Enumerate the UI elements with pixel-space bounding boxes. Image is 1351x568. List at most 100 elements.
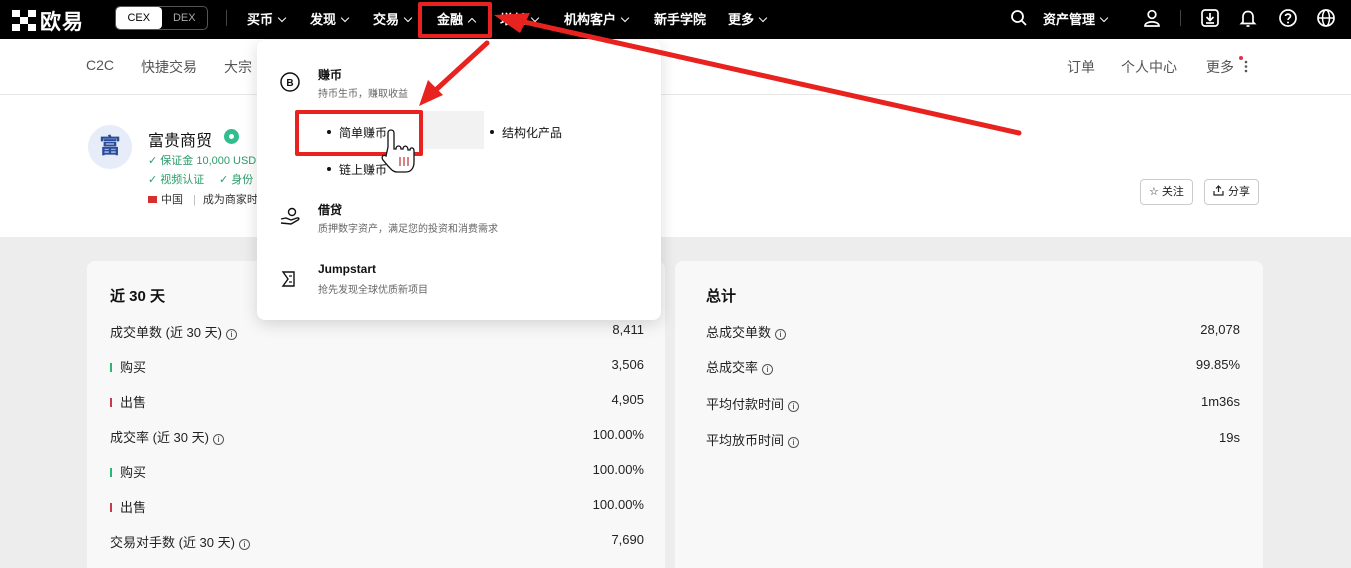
china-flag-icon — [148, 196, 157, 203]
stat-label: 交易对手数 (近 30 天) i — [110, 532, 250, 551]
finance-dropdown-menu: B 赚币 持币生币，赚取收益 简单赚币 结构化产品 链上赚币 借贷 质押数字资产… — [257, 40, 661, 320]
share-button[interactable]: 分享 — [1204, 179, 1259, 205]
highlight-box-simple-earn — [295, 110, 423, 156]
cex-dex-toggle[interactable]: CEX DEX — [115, 6, 208, 30]
share-icon — [1213, 185, 1224, 196]
merchant-location: 中国 | 成为商家时 — [148, 191, 258, 207]
loan-hand-icon — [280, 207, 300, 225]
stat-value: 3,506 — [611, 357, 644, 372]
avatar: 富 — [88, 125, 132, 169]
help-icon[interactable] — [1278, 8, 1298, 28]
nav-trade[interactable]: 交易 — [373, 9, 413, 28]
stat-value: 1m36s — [1200, 394, 1240, 409]
jumpstart-icon — [281, 271, 295, 287]
stat-label: 出售 — [110, 392, 146, 411]
verified-badge-icon — [224, 129, 239, 144]
nav-discover[interactable]: 发现 — [310, 9, 350, 28]
stat-label: 购买 — [110, 357, 146, 376]
stats-total-title: 总计 — [706, 288, 737, 305]
stat-value: 7,690 — [611, 532, 644, 547]
sell-marker — [110, 398, 112, 407]
download-icon[interactable] — [1200, 8, 1220, 28]
earn-coin-icon: B — [280, 72, 300, 92]
stats-card-total: 总计 总成交单数 i 28,078 总成交率 i 99.85% 平均付款时间 i 1m… — [675, 261, 1263, 568]
info-icon[interactable]: i — [212, 434, 224, 445]
more-vertical-icon[interactable] — [1244, 60, 1248, 73]
menu-hover-area — [422, 111, 484, 149]
subnav-more[interactable]: 更多 — [1206, 57, 1234, 77]
stat-value: 8,411 — [612, 322, 644, 337]
notification-dot — [1239, 56, 1243, 60]
dex-tab[interactable]: DEX — [162, 7, 208, 29]
subnav-quick-trade[interactable]: 快捷交易 — [141, 57, 197, 77]
merchant-since-label: 成为商家时 — [202, 194, 258, 206]
globe-icon[interactable] — [1316, 8, 1336, 28]
menu-earn-title[interactable]: 赚币 — [318, 66, 342, 83]
stat-label: 平均放币时间 i — [706, 430, 800, 449]
nav-growth[interactable]: 增长 — [500, 9, 540, 28]
nav-academy[interactable]: 新手学院 — [654, 9, 706, 28]
info-icon[interactable]: i — [775, 329, 787, 340]
menu-onchain-earn[interactable]: 链上赚币 — [327, 161, 387, 178]
info-icon[interactable]: i — [762, 364, 774, 375]
menu-earn-desc: 持币生币，赚取收益 — [318, 89, 408, 100]
info-icon[interactable]: i — [788, 401, 800, 412]
stat-label: 购买 — [110, 462, 146, 481]
stat-label: 总成交单数 i — [706, 322, 787, 341]
deposit-label: ✓ 保证金 10,000 USD — [148, 155, 257, 167]
stat-value: 28,078 — [1200, 322, 1240, 337]
menu-structured-products[interactable]: 结构化产品 — [490, 124, 562, 141]
merchant-name: 富贵商贸 — [148, 133, 213, 150]
stat-label: 成交率 (近 30 天) i — [110, 427, 224, 446]
sell-marker — [110, 503, 112, 512]
id-verified-label: ✓ 身份 — [219, 174, 254, 186]
user-icon[interactable] — [1142, 8, 1162, 28]
buy-marker — [110, 468, 112, 477]
stats-30d-title: 近 30 天 — [110, 288, 166, 305]
info-icon[interactable]: i — [225, 329, 237, 340]
menu-loan-title[interactable]: 借贷 — [318, 201, 342, 218]
stat-value: 4,905 — [611, 392, 644, 407]
nav-institutional[interactable]: 机构客户 — [564, 9, 630, 28]
info-icon[interactable]: i — [238, 539, 250, 550]
chevron-down-icon — [620, 13, 630, 23]
subnav-orders[interactable]: 订单 — [1067, 57, 1095, 77]
stat-value: 99.85% — [1195, 357, 1240, 372]
bell-icon[interactable] — [1238, 8, 1258, 28]
cex-tab[interactable]: CEX — [116, 7, 162, 29]
highlight-box-finance — [418, 2, 492, 38]
divider — [226, 10, 227, 26]
chevron-down-icon — [758, 13, 768, 23]
video-verified-label: ✓ 视频认证 — [148, 174, 205, 186]
brand-logo[interactable]: 欧易 — [12, 6, 84, 36]
chevron-down-icon — [340, 13, 350, 23]
divider: | — [193, 194, 196, 206]
okx-logo-icon — [12, 10, 36, 32]
buy-marker — [110, 363, 112, 372]
subnav-c2c[interactable]: C2C — [86, 57, 114, 73]
divider — [1180, 10, 1181, 26]
svg-text:B: B — [286, 78, 293, 89]
nav-asset-management[interactable]: 资产管理 — [1043, 9, 1109, 28]
merchant-profile: 富 富贵商贸 ✓ 保证金 10,000 USD ✓ 视频认证 ✓ 身份 中国 |… — [0, 95, 1351, 237]
subnav-profile[interactable]: 个人中心 — [1121, 57, 1177, 77]
subnav-block-trade[interactable]: 大宗 — [224, 57, 252, 77]
menu-jumpstart-desc: 抢先发现全球优质新项目 — [318, 285, 428, 296]
nav-more[interactable]: 更多 — [728, 9, 768, 28]
nav-buy-crypto[interactable]: 买币 — [247, 9, 287, 28]
brand-name: 欧易 — [40, 11, 84, 34]
follow-button[interactable]: ☆ 关注 — [1140, 179, 1193, 205]
stat-label: 出售 — [110, 497, 146, 516]
stat-value: 19s — [1219, 430, 1240, 445]
info-icon[interactable]: i — [788, 437, 800, 448]
chevron-down-icon — [403, 13, 413, 23]
stat-label: 平均付款时间 i — [706, 394, 800, 413]
stat-value: 100.00% — [592, 427, 644, 442]
search-icon[interactable] — [1009, 8, 1029, 28]
menu-jumpstart-title[interactable]: Jumpstart — [318, 262, 376, 276]
stat-value: 100.00% — [592, 462, 644, 477]
stat-label: 成交单数 (近 30 天) i — [110, 322, 237, 341]
chevron-down-icon — [530, 13, 540, 23]
chevron-down-icon — [277, 13, 287, 23]
top-navbar: 欧易 CEX DEX 买币 发现 交易 金融 增长 机构客户 新手学院 更多 资… — [0, 0, 1351, 39]
